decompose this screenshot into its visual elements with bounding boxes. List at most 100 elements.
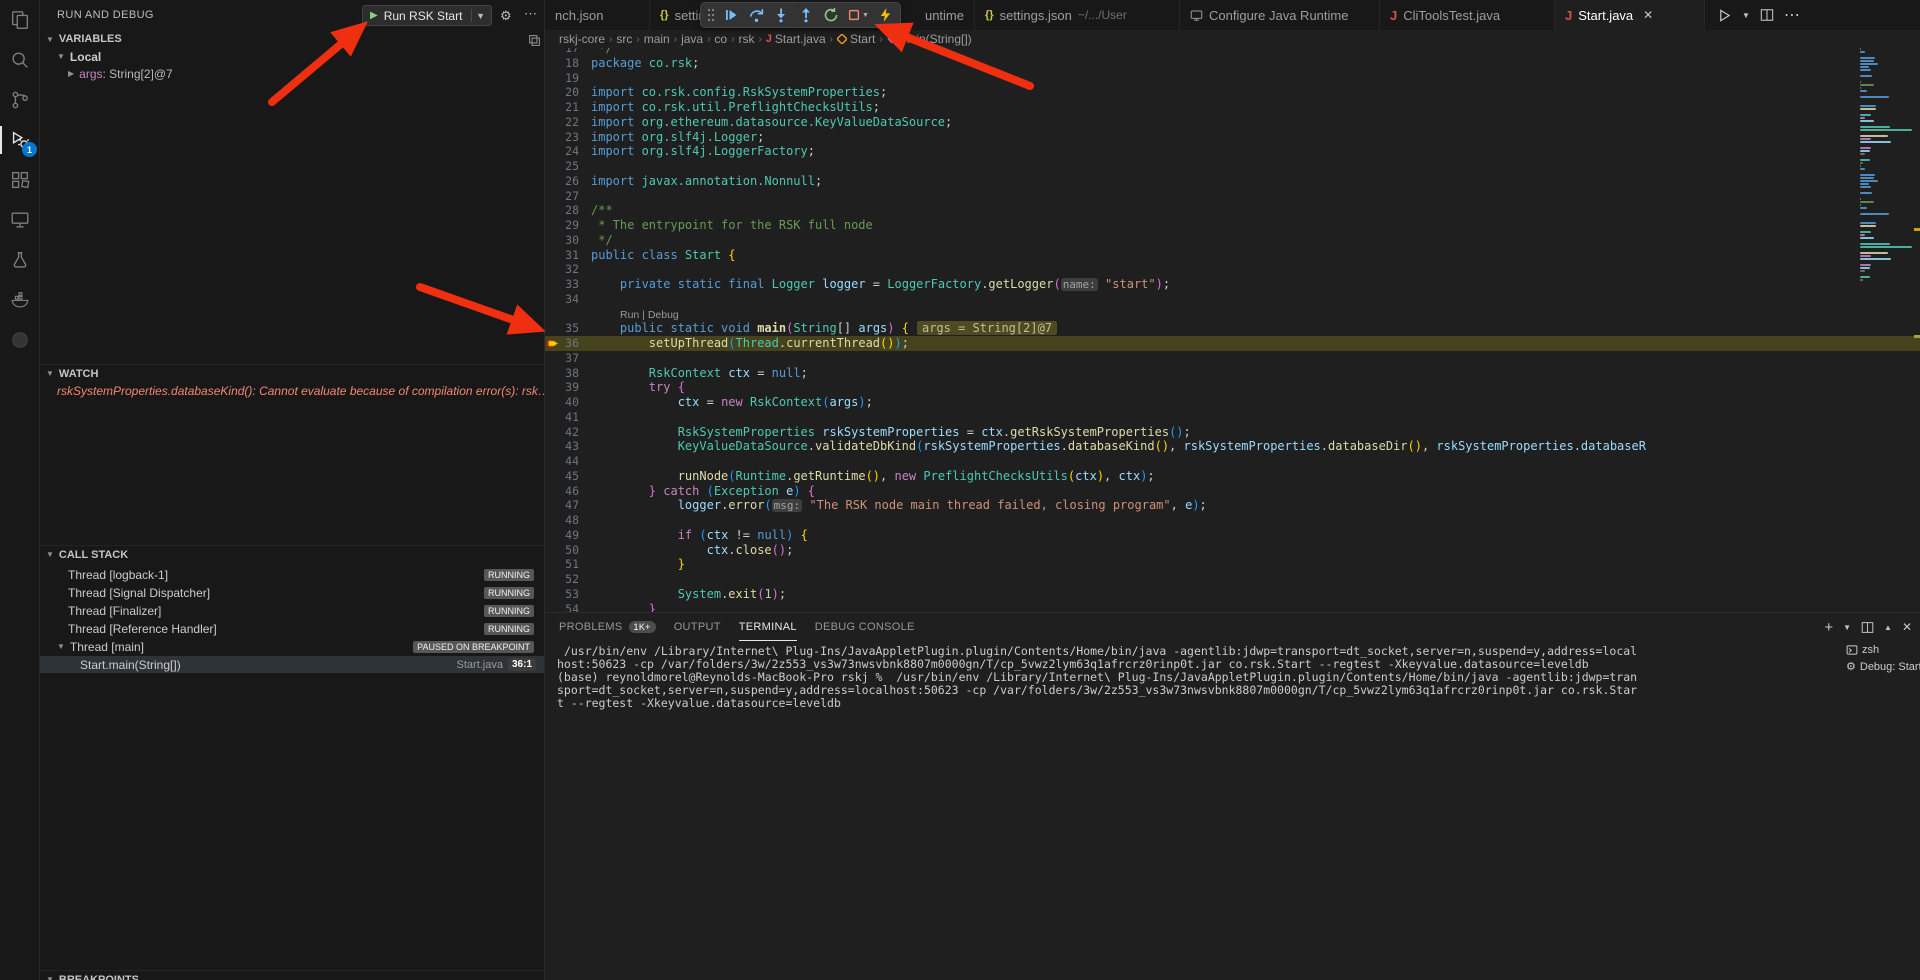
breadcrumb-item[interactable]: src — [616, 32, 632, 46]
breakpoint-gutter[interactable] — [545, 366, 561, 381]
launch-config-dropdown[interactable]: ▶ Run RSK Start ▼ — [362, 5, 492, 26]
terminal-output[interactable]: /usr/bin/env /Library/Internet\ Plug-Ins… — [557, 645, 1840, 980]
breakpoint-gutter[interactable] — [545, 203, 561, 218]
more-actions-icon[interactable]: ⋯ — [524, 6, 538, 22]
current-execution-arrow-icon[interactable] — [545, 336, 561, 351]
split-terminal-icon[interactable] — [1861, 621, 1874, 634]
call-stack-thread-row[interactable]: Thread [Reference Handler]RUNNING — [40, 620, 544, 637]
breadcrumb-item[interactable]: Start — [837, 32, 875, 46]
breakpoint-gutter[interactable] — [545, 410, 561, 425]
breakpoint-gutter[interactable] — [545, 572, 561, 587]
source-control-icon[interactable] — [0, 80, 40, 120]
maximize-panel-icon[interactable]: ▲ — [1884, 623, 1892, 632]
drag-handle-icon[interactable] — [705, 4, 717, 26]
breakpoint-gutter[interactable] — [545, 248, 561, 263]
breakpoint-gutter[interactable] — [545, 159, 561, 174]
close-icon[interactable]: ✕ — [1643, 8, 1653, 22]
extensions-icon[interactable] — [0, 160, 40, 200]
breadcrumb-item[interactable]: rsk — [738, 32, 754, 46]
tab-settings-json[interactable]: {}settings.json~/.../User — [975, 0, 1180, 30]
breakpoint-gutter[interactable] — [545, 48, 561, 56]
chevron-down-icon[interactable]: ▼ — [1843, 623, 1851, 632]
panel-tab-debug-console[interactable]: DEBUG CONSOLE — [815, 613, 915, 641]
breakpoint-gutter[interactable] — [545, 218, 561, 233]
panel-tab-output[interactable]: OUTPUT — [674, 613, 721, 641]
breadcrumb-item[interactable]: co — [714, 32, 727, 46]
breakpoint-gutter[interactable] — [545, 543, 561, 558]
panel-views-icon[interactable] — [528, 34, 541, 47]
breakpoint-gutter[interactable] — [545, 602, 561, 613]
step-over-button[interactable] — [745, 4, 767, 26]
breakpoint-gutter[interactable] — [545, 484, 561, 499]
breakpoint-gutter[interactable] — [545, 469, 561, 484]
panel-tab-terminal[interactable]: TERMINAL — [739, 613, 797, 641]
continue-button[interactable] — [720, 4, 742, 26]
stop-button[interactable]: ▼ — [845, 4, 871, 26]
more-actions-icon[interactable]: ⋯ — [1784, 5, 1800, 25]
breakpoint-gutter[interactable] — [545, 56, 561, 71]
tab-clitoolstest-java[interactable]: JCliToolsTest.java — [1380, 0, 1555, 30]
run-and-debug-icon[interactable]: 1 — [0, 120, 40, 160]
tab-start-java[interactable]: JStart.java✕ — [1555, 0, 1705, 30]
breakpoint-gutter[interactable] — [545, 425, 561, 440]
call-stack-thread-row[interactable]: Thread [Signal Dispatcher]RUNNING — [40, 584, 544, 601]
breakpoint-gutter[interactable] — [545, 351, 561, 366]
chevron-down-icon[interactable]: ▼ — [1742, 11, 1750, 20]
breakpoint-gutter[interactable] — [545, 262, 561, 277]
breadcrumb-item[interactable]: java — [681, 32, 703, 46]
minimap[interactable] — [1860, 48, 1916, 348]
breakpoint-gutter[interactable] — [545, 233, 561, 248]
breakpoint-gutter[interactable] — [545, 130, 561, 145]
variable-row-args[interactable]: ▶ args : String[2]@7 — [40, 65, 544, 82]
gear-icon[interactable]: ⚙ — [500, 8, 512, 24]
restart-button[interactable] — [820, 4, 842, 26]
breakpoint-gutter[interactable] — [545, 85, 561, 100]
breakpoint-gutter[interactable] — [545, 321, 561, 336]
breakpoint-gutter[interactable] — [545, 71, 561, 86]
close-panel-icon[interactable]: ✕ — [1902, 620, 1912, 634]
breakpoint-gutter[interactable] — [545, 587, 561, 602]
breadcrumb-item[interactable]: main(String[]) — [887, 32, 972, 46]
breakpoint-gutter[interactable] — [545, 395, 561, 410]
hot-code-replace-icon[interactable] — [874, 4, 896, 26]
code-editor[interactable]: 17 */18package co.rsk;1920import co.rsk.… — [545, 48, 1920, 612]
codelens-run-debug[interactable]: Run | Debug — [620, 309, 679, 321]
breakpoint-gutter[interactable] — [545, 292, 561, 307]
new-terminal-icon[interactable]: + — [1824, 619, 1833, 636]
breakpoint-gutter[interactable] — [545, 454, 561, 469]
call-stack-thread-row[interactable]: Thread [logback-1]RUNNING — [40, 566, 544, 583]
breakpoint-gutter[interactable] — [545, 307, 561, 322]
remote-explorer-icon[interactable] — [0, 200, 40, 240]
breadcrumb-item[interactable]: main — [644, 32, 670, 46]
terminal-list-item-debug-start[interactable]: ⚙Debug: Start — [1842, 658, 1920, 675]
stack-frame-row[interactable]: Start.main(String[])Start.java36:1 — [40, 656, 544, 673]
breakpoint-gutter[interactable] — [545, 144, 561, 159]
breakpoint-gutter[interactable] — [545, 380, 561, 395]
search-icon[interactable] — [0, 40, 40, 80]
terminal-list-item-zsh[interactable]: zsh — [1842, 641, 1920, 658]
variables-section-header[interactable]: ▼ VARIABLES — [40, 30, 544, 48]
call-stack-section-header[interactable]: ▼ CALL STACK — [40, 545, 544, 563]
gradle-icon[interactable] — [0, 320, 40, 360]
breakpoint-gutter[interactable] — [545, 557, 561, 572]
breakpoint-gutter[interactable] — [545, 513, 561, 528]
breadcrumb-item[interactable]: JStart.java — [766, 32, 826, 46]
breakpoint-gutter[interactable] — [545, 277, 561, 292]
run-file-button[interactable] — [1717, 8, 1732, 23]
call-stack-thread-row[interactable]: Thread [Finalizer]RUNNING — [40, 602, 544, 619]
explorer-icon[interactable] — [0, 0, 40, 40]
breakpoint-gutter[interactable] — [545, 439, 561, 454]
split-editor-icon[interactable] — [1760, 8, 1774, 22]
breakpoint-gutter[interactable] — [545, 115, 561, 130]
breakpoint-gutter[interactable] — [545, 174, 561, 189]
breakpoint-gutter[interactable] — [545, 100, 561, 115]
watch-expression-row[interactable]: rskSystemProperties.databaseKind(): Cann… — [40, 382, 544, 399]
tab-configure-java-runtime[interactable]: Configure Java Runtime — [1180, 0, 1380, 30]
breakpoint-gutter[interactable] — [545, 189, 561, 204]
variables-scope-local[interactable]: ▼ Local — [40, 48, 544, 65]
breakpoint-gutter[interactable] — [545, 528, 561, 543]
tab-nch-json[interactable]: nch.json — [545, 0, 650, 30]
testing-icon[interactable] — [0, 240, 40, 280]
breadcrumb-item[interactable]: rskj-core — [559, 32, 605, 46]
watch-section-header[interactable]: ▼ WATCH — [40, 364, 544, 382]
